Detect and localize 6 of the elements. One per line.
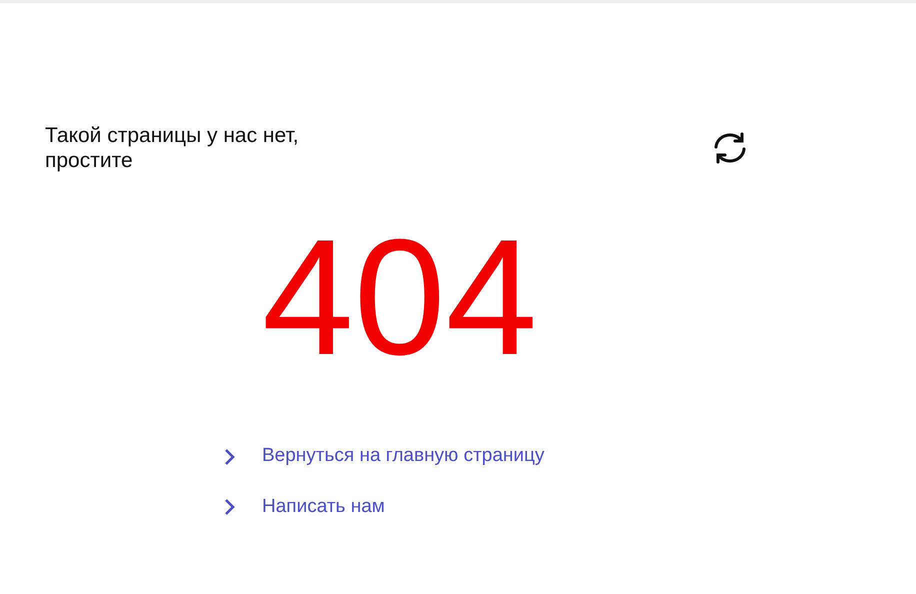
error-code: 404	[261, 215, 538, 380]
chevron-right-icon	[222, 497, 236, 518]
page-title: Такой страницы у нас нет, простите	[45, 123, 300, 174]
nav-link[interactable]: Написать нам	[262, 492, 385, 522]
chevron-right-icon	[222, 446, 236, 467]
nav-link[interactable]: Вернуться на главную страницу	[262, 442, 544, 471]
